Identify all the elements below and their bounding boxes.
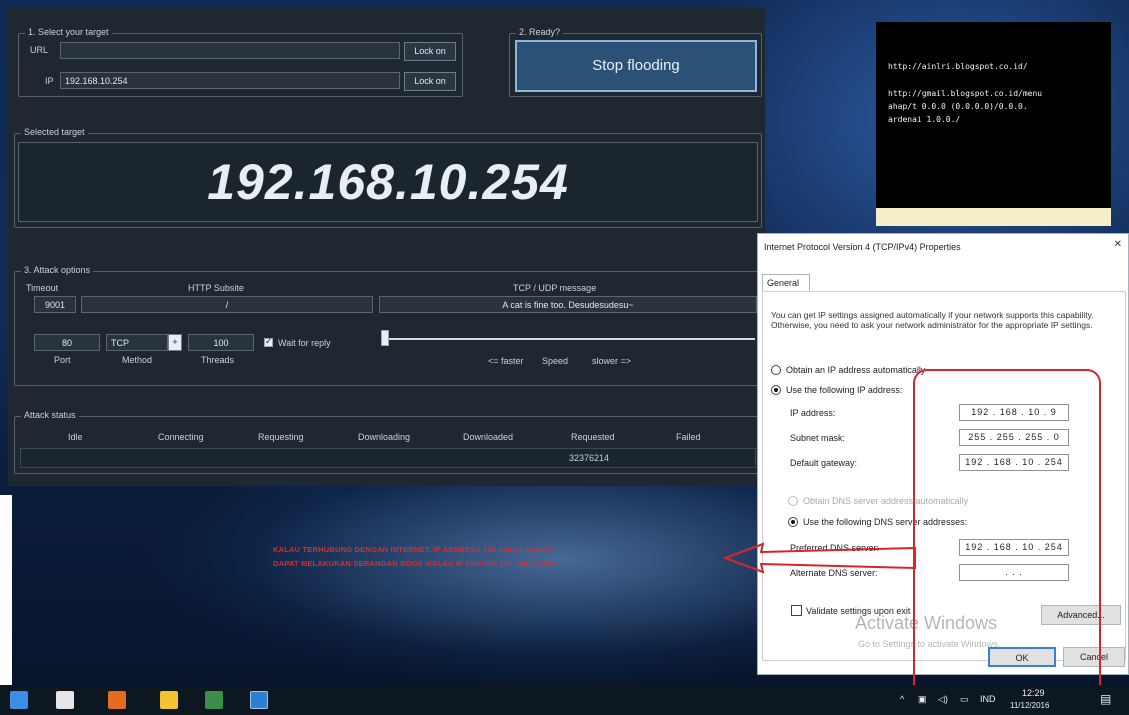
window-edge xyxy=(0,495,12,685)
notification-icon[interactable]: ▤ xyxy=(1100,692,1111,706)
language-indicator[interactable]: IND xyxy=(980,694,996,704)
faster-label: <= faster xyxy=(488,356,524,366)
app-icon[interactable] xyxy=(108,691,126,709)
ip-input[interactable]: 192.168.10.254 xyxy=(60,72,400,89)
obtain-dns-auto-radio[interactable] xyxy=(788,496,798,506)
file-explorer-icon[interactable] xyxy=(10,691,28,709)
subnet-mask-label: Subnet mask: xyxy=(790,433,846,443)
status-column-header: Requesting xyxy=(258,432,304,442)
battery-icon[interactable]: ▭ xyxy=(960,694,969,705)
use-following-dns-radio[interactable] xyxy=(788,517,798,527)
status-column-value: 32376214 xyxy=(569,453,610,463)
select-target-legend: 1. Select your target xyxy=(25,27,112,37)
taskbar: ^ ▣ ◁) ▭ IND 12:29 11/12/2016 ▤ xyxy=(0,685,1129,715)
cmd-line: http://gmail.blogspot.co.id/menu xyxy=(888,89,1043,98)
selected-target-legend: Selected target xyxy=(21,127,88,137)
status-value-row xyxy=(20,448,756,468)
selected-target-display: 192.168.10.254 xyxy=(18,142,758,222)
attack-status-legend: Attack status xyxy=(21,410,79,420)
status-column-header: Downloading xyxy=(358,432,411,442)
annotation-line: DAPAT MELAKUKAN SERANGAN DDOS WALAU IP S… xyxy=(273,559,555,568)
annotation-line: KALAU TERHUBUNG DENGAN INTERNET, IP ADDR… xyxy=(273,545,554,554)
timeout-input[interactable]: 9001 xyxy=(34,296,76,313)
http-subsite-input[interactable]: / xyxy=(81,296,373,313)
timeout-label: Timeout xyxy=(26,283,59,293)
sticky-notes-icon[interactable] xyxy=(160,691,178,709)
network-icon[interactable]: ▣ xyxy=(918,694,927,705)
default-gateway-label: Default gateway: xyxy=(790,458,858,468)
cmd-window: http://ainlri.blogspot.co.id/ http://gma… xyxy=(876,22,1111,212)
validate-settings-checkbox[interactable] xyxy=(791,605,802,616)
obtain-ip-auto-radio[interactable] xyxy=(771,365,781,375)
use-following-ip-label: Use the following IP address: xyxy=(786,385,903,395)
loic-window: 1. Select your target URL IP 192.168.10.… xyxy=(8,8,765,486)
close-icon[interactable]: ✕ xyxy=(1114,239,1122,250)
port-input[interactable]: 80 xyxy=(34,334,100,351)
tcp-udp-message-input[interactable]: A cat is fine too. Desudesudesu~ xyxy=(379,296,757,313)
annotation-text: KALAU TERHUBUNG DENGAN INTERNET, IP ADDR… xyxy=(273,543,728,571)
tab-general[interactable]: General xyxy=(762,274,810,292)
attack-options-group: 3. Attack options xyxy=(14,265,762,386)
store-icon[interactable] xyxy=(56,691,74,709)
http-subsite-label: HTTP Subsite xyxy=(188,283,244,293)
clock-time[interactable]: 12:29 xyxy=(1022,688,1045,698)
use-following-ip-radio[interactable] xyxy=(771,385,781,395)
threads-label: Threads xyxy=(201,355,235,365)
ready-legend: 2. Ready? xyxy=(516,27,564,37)
url-input[interactable] xyxy=(60,42,400,59)
attack-options-legend: 3. Attack options xyxy=(21,265,94,275)
ip-settings-description: You can get IP settings assigned automat… xyxy=(771,310,1094,330)
stop-flooding-button[interactable]: Stop flooding xyxy=(515,40,757,92)
status-column-header: Connecting xyxy=(158,432,204,442)
tcp-udp-message-label: TCP / UDP message xyxy=(513,283,597,293)
clock-date[interactable]: 11/12/2016 xyxy=(1010,701,1049,710)
annotation-arrow-icon xyxy=(723,542,916,574)
status-column-header: Downloaded xyxy=(463,432,514,442)
ip-address-label: IP address: xyxy=(790,408,836,418)
cmd-line: ahap/t 0.0.0 (0.0.0.0)/0.0.0. xyxy=(888,102,1028,111)
speed-slider-track[interactable] xyxy=(383,338,755,340)
ip-label: IP xyxy=(45,76,54,86)
dialog-title: Internet Protocol Version 4 (TCP/IPv4) P… xyxy=(764,242,961,252)
port-label: Port xyxy=(54,355,71,365)
status-column-header: Idle xyxy=(68,432,83,442)
red-highlight-frame xyxy=(913,369,1101,699)
wait-for-reply-checkbox[interactable] xyxy=(264,336,273,347)
obtain-ip-auto-label: Obtain an IP address automatically xyxy=(786,365,926,375)
cmd-line: http://ainlri.blogspot.co.id/ xyxy=(888,62,1028,71)
lock-on-url-button[interactable]: Lock on xyxy=(404,42,456,61)
slower-label: slower => xyxy=(592,356,632,366)
lock-on-ip-button[interactable]: Lock on xyxy=(404,72,456,91)
status-column-header: Requested xyxy=(571,432,615,442)
cmd-scroll-area xyxy=(876,208,1111,226)
wait-for-reply-label: Wait for reply xyxy=(278,338,331,348)
app-icon[interactable] xyxy=(205,691,223,709)
chevron-up-icon[interactable]: ^ xyxy=(900,694,904,704)
speed-label: Speed xyxy=(542,356,569,366)
speed-slider-thumb[interactable] xyxy=(381,330,389,346)
method-dropdown-button[interactable]: + xyxy=(168,334,182,351)
status-column-header: Failed xyxy=(676,432,701,442)
method-label: Method xyxy=(122,355,153,365)
url-label: URL xyxy=(30,45,49,55)
cmd-line: ardenai 1.0.0./ xyxy=(888,115,961,124)
threads-input[interactable]: 100 xyxy=(188,334,254,351)
loic-taskbar-icon[interactable] xyxy=(250,691,268,709)
speaker-icon[interactable]: ◁) xyxy=(938,694,948,705)
method-select[interactable]: TCP xyxy=(106,334,168,351)
